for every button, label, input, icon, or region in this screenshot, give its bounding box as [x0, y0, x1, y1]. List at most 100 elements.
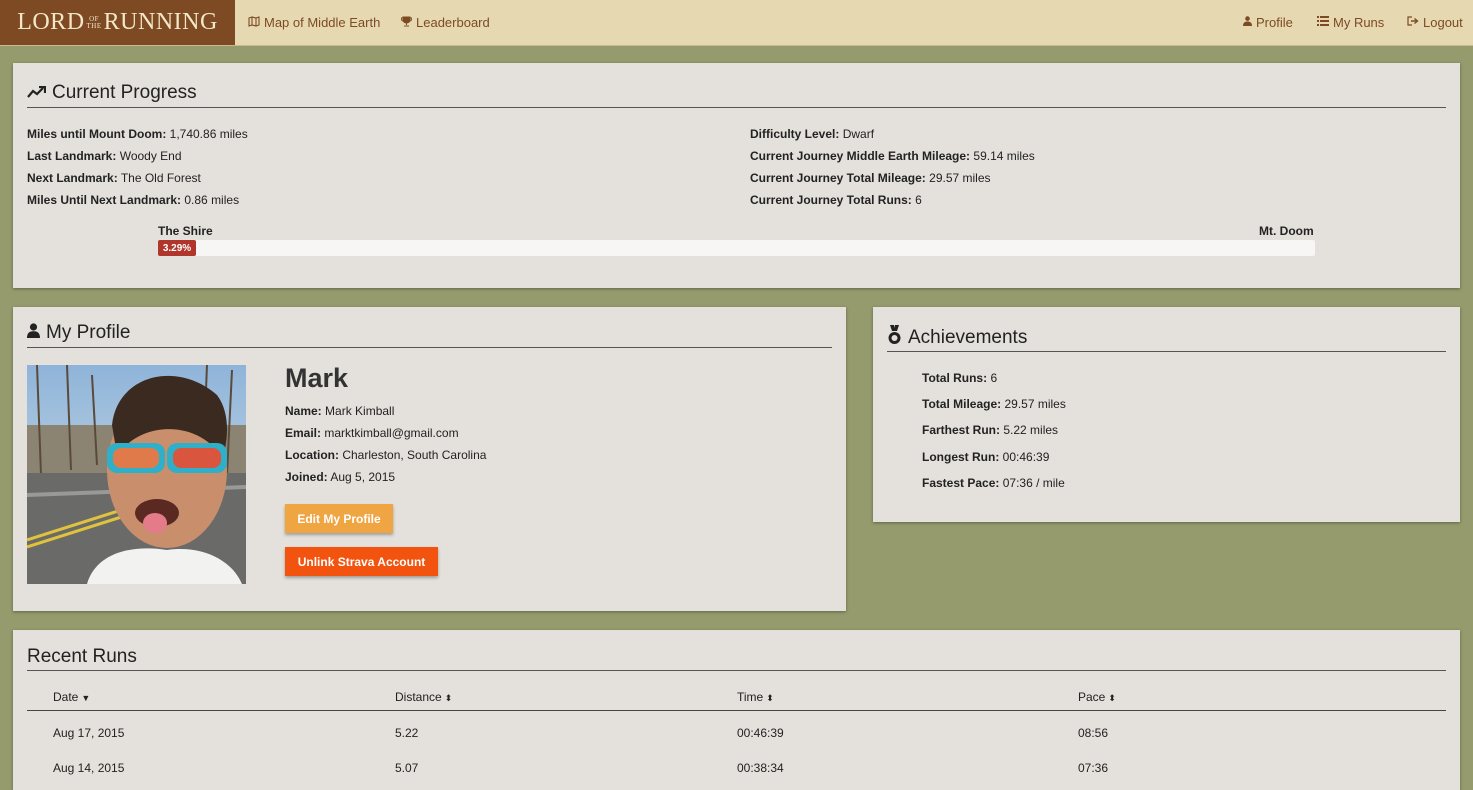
achievements-title: Achievements: [887, 325, 1027, 350]
stat-value: 59.14 miles: [973, 149, 1035, 163]
brand-text: LORD OF THERUNNING: [17, 9, 218, 36]
achievement-value: 29.57 miles: [1004, 397, 1066, 411]
column-header-label: Distance: [395, 690, 442, 704]
sort-icon: ⬍: [1108, 693, 1116, 703]
field-label: Name:: [285, 404, 322, 418]
column-header-pace[interactable]: Pace ⬍: [1078, 690, 1116, 704]
achievement-value: 6: [990, 371, 998, 385]
recent-runs-title-text: Recent Runs: [27, 646, 137, 667]
stat-last-landmark: Last Landmark: Woody End: [27, 149, 182, 163]
field-value: Aug 5, 2015: [330, 470, 396, 484]
my-profile-title: My Profile: [27, 322, 130, 344]
stat-miles-next-landmark: Miles Until Next Landmark: 0.86 miles: [27, 193, 239, 207]
trend-up-icon: [27, 83, 47, 103]
stat-value: 29.57 miles: [929, 171, 991, 185]
column-header-time[interactable]: Time ⬍: [737, 690, 774, 704]
achievement-total-runs: Total Runs: 6: [922, 371, 997, 385]
cell-date: Aug 17, 2015: [53, 726, 125, 740]
sign-out-icon: [1407, 16, 1419, 29]
medal-icon: [887, 325, 902, 350]
stat-miles-until-doom: Miles until Mount Doom: 1,740.86 miles: [27, 127, 248, 141]
field-label: Location:: [285, 448, 339, 462]
sort-icon: ⬍: [444, 693, 453, 703]
profile-divider: [27, 347, 832, 348]
profile-email-field: Email: marktkimball@gmail.com: [285, 426, 459, 440]
column-header-label: Pace: [1078, 690, 1106, 704]
stat-label: Miles Until Next Landmark:: [27, 193, 182, 207]
field-value: marktkimball@gmail.com: [324, 426, 459, 440]
top-navbar: LORD OF THERUNNING Map of Middle Earth Lea…: [0, 0, 1473, 46]
stat-value: Woody End: [119, 149, 182, 163]
cell-pace: 07:36: [1078, 761, 1109, 775]
achievements-title-text: Achievements: [908, 326, 1028, 348]
nav-myruns-label: My Runs: [1333, 15, 1385, 30]
progress-end-label: Mt. Doom: [1259, 224, 1314, 238]
achievement-value: 00:46:39: [1002, 450, 1050, 464]
nav-leaderboard-link[interactable]: Leaderboard: [401, 0, 490, 45]
table-header-divider: [27, 710, 1446, 711]
stat-me-mileage: Current Journey Middle Earth Mileage: 59…: [750, 149, 1035, 163]
trophy-icon: [401, 16, 412, 30]
stat-label: Current Journey Total Runs:: [750, 193, 912, 207]
stat-label: Last Landmark:: [27, 149, 117, 163]
nav-profile-label: Profile: [1256, 15, 1293, 30]
nav-profile-link[interactable]: Profile: [1243, 0, 1293, 45]
stat-label: Next Landmark:: [27, 171, 118, 185]
field-label: Email:: [285, 426, 322, 440]
achievement-label: Fastest Pace:: [922, 476, 1000, 490]
nav-myruns-link[interactable]: My Runs: [1317, 0, 1384, 45]
achievement-value: 5.22 miles: [1003, 423, 1059, 437]
current-progress-title-text: Current Progress: [52, 82, 197, 103]
stat-value: 1,740.86 miles: [169, 127, 248, 141]
field-label: Joined:: [285, 470, 328, 484]
progress-start-label: The Shire: [158, 224, 213, 238]
stat-difficulty: Difficulty Level: Dwarf: [750, 127, 874, 141]
stat-value: The Old Forest: [120, 171, 201, 185]
journey-progress-bar: 3.29%: [158, 240, 1315, 256]
stat-total-mileage: Current Journey Total Mileage: 29.57 mil…: [750, 171, 991, 185]
column-header-label: Time: [737, 690, 764, 704]
achievement-fastest-pace: Fastest Pace: 07:36 / mile: [922, 476, 1065, 490]
brand-word-running: RUNNING: [103, 9, 218, 35]
stat-value: 6: [915, 193, 922, 207]
achievement-value: 07:36 / mile: [1002, 476, 1065, 490]
progress-divider: [27, 107, 1446, 108]
field-value: Mark Kimball: [325, 404, 395, 418]
brand-word-the: THE: [86, 22, 102, 31]
caret-down-icon: ▼: [81, 693, 91, 703]
stat-label: Current Journey Middle Earth Mileage:: [750, 149, 971, 163]
brand-logo[interactable]: LORD OF THERUNNING: [0, 0, 235, 45]
stat-value: 0.86 miles: [184, 193, 240, 207]
my-profile-title-text: My Profile: [46, 322, 131, 343]
sort-icon: ⬍: [766, 693, 774, 703]
journey-progress-fill: 3.29%: [158, 240, 197, 256]
cell-date: Aug 14, 2015: [53, 761, 125, 775]
edit-profile-button[interactable]: Edit My Profile: [285, 504, 393, 533]
cell-distance: 5.22: [395, 726, 419, 740]
stat-label: Difficulty Level:: [750, 127, 840, 141]
achievement-label: Farthest Run:: [922, 423, 1000, 437]
nav-logout-link[interactable]: Logout: [1407, 0, 1463, 45]
profile-name-field: Name: Mark Kimball: [285, 404, 394, 418]
recent-runs-title: Recent Runs: [27, 646, 137, 668]
user-icon: [1243, 16, 1252, 29]
map-icon: [248, 15, 260, 30]
nav-leaderboard-label: Leaderboard: [416, 15, 490, 30]
achievement-farthest-run: Farthest Run: 5.22 miles: [922, 423, 1058, 437]
achievement-label: Longest Run:: [922, 450, 1000, 464]
cell-time: 00:46:39: [737, 726, 784, 740]
brand-of-the: OF THE: [87, 16, 102, 30]
brand-word-lord: LORD: [17, 9, 85, 35]
cell-pace: 08:56: [1078, 726, 1109, 740]
column-header-distance[interactable]: Distance ⬍: [395, 690, 452, 704]
unlink-strava-button[interactable]: Unlink Strava Account: [285, 547, 438, 576]
profile-joined-field: Joined: Aug 5, 2015: [285, 470, 395, 484]
column-header-date[interactable]: Date ▼: [53, 690, 90, 704]
stat-next-landmark: Next Landmark: The Old Forest: [27, 171, 201, 185]
list-icon: [1317, 16, 1329, 29]
journey-progress-percent: 3.29%: [162, 242, 192, 254]
achievement-label: Total Mileage:: [922, 397, 1002, 411]
stat-value: Dwarf: [842, 127, 875, 141]
nav-map-link[interactable]: Map of Middle Earth: [248, 0, 380, 45]
stat-total-runs: Current Journey Total Runs: 6: [750, 193, 922, 207]
